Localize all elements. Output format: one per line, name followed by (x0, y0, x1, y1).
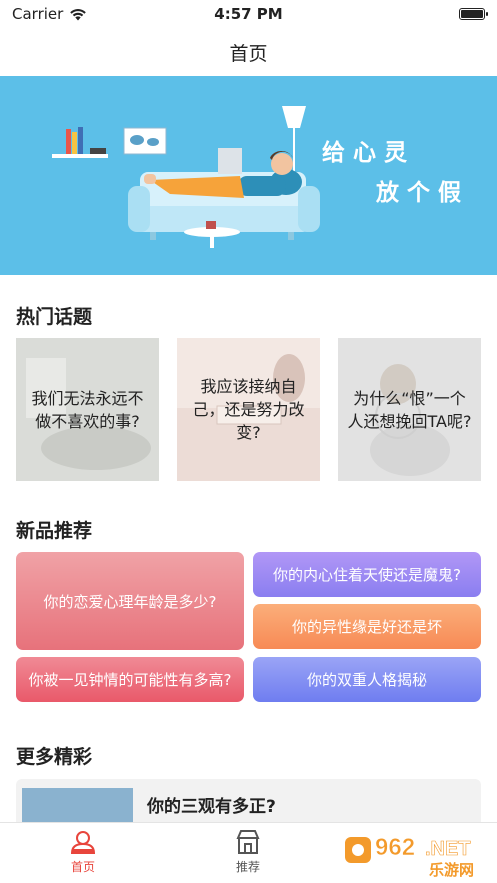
product-button[interactable]: 你的恋爱心理年龄是多少? (16, 552, 244, 650)
site-watermark: 962 .NET 乐游网 (341, 831, 491, 879)
page-title: 首页 (229, 42, 268, 65)
more-card-title: 你的三观有多正? (147, 797, 276, 817)
topic-text: 为什么“恨”一个人还想挽回TA呢? (347, 388, 472, 431)
product-button[interactable]: 你被一见钟情的可能性有多高? (16, 657, 244, 702)
store-icon (236, 830, 260, 854)
topic-card[interactable]: 我应该接纳自己，还是努力改变? (177, 338, 320, 481)
topic-card[interactable]: 为什么“恨”一个人还想挽回TA呢? (338, 338, 481, 481)
svg-text:乐游网: 乐游网 (429, 861, 474, 879)
svg-text:962: 962 (375, 834, 415, 861)
hero-banner[interactable]: 给心灵 放个假 (0, 76, 497, 275)
banner-slogan-line1: 给心灵 (322, 139, 415, 166)
carrier-label: Carrier (12, 5, 64, 23)
banner-slogan-line2: 放个假 (376, 179, 469, 206)
product-button[interactable]: 你的异性缘是好还是坏 (253, 604, 481, 649)
svg-text:.NET: .NET (425, 838, 471, 860)
tab-home-label: 首页 (70, 860, 95, 874)
tab-recommend[interactable]: 推荐 (213, 829, 283, 875)
status-left: Carrier (12, 5, 87, 23)
watermark-logo: 962 .NET 乐游网 (345, 834, 474, 879)
wifi-icon (70, 8, 87, 20)
new-products-title: 新品推荐 (16, 520, 93, 542)
status-bar: Carrier 4:57 PM (0, 0, 497, 28)
nav-bar: 首页 (0, 28, 497, 76)
more-title: 更多精彩 (16, 746, 93, 768)
product-button[interactable]: 你的内心住着天使还是魔鬼? (253, 552, 481, 597)
hot-topics-title: 热门话题 (16, 306, 93, 328)
tab-recommend-label: 推荐 (235, 860, 260, 874)
battery-icon (459, 8, 488, 20)
person-badge-icon (70, 831, 96, 854)
product-button[interactable]: 你的双重人格揭秘 (253, 657, 481, 702)
topic-text: 我应该接纳自己，还是努力改变? (192, 377, 305, 442)
tab-home[interactable]: 首页 (48, 829, 118, 875)
topic-text: 我们无法永远不做不喜欢的事? (31, 388, 144, 431)
topic-card[interactable]: 我们无法永远不做不喜欢的事? (16, 338, 159, 481)
